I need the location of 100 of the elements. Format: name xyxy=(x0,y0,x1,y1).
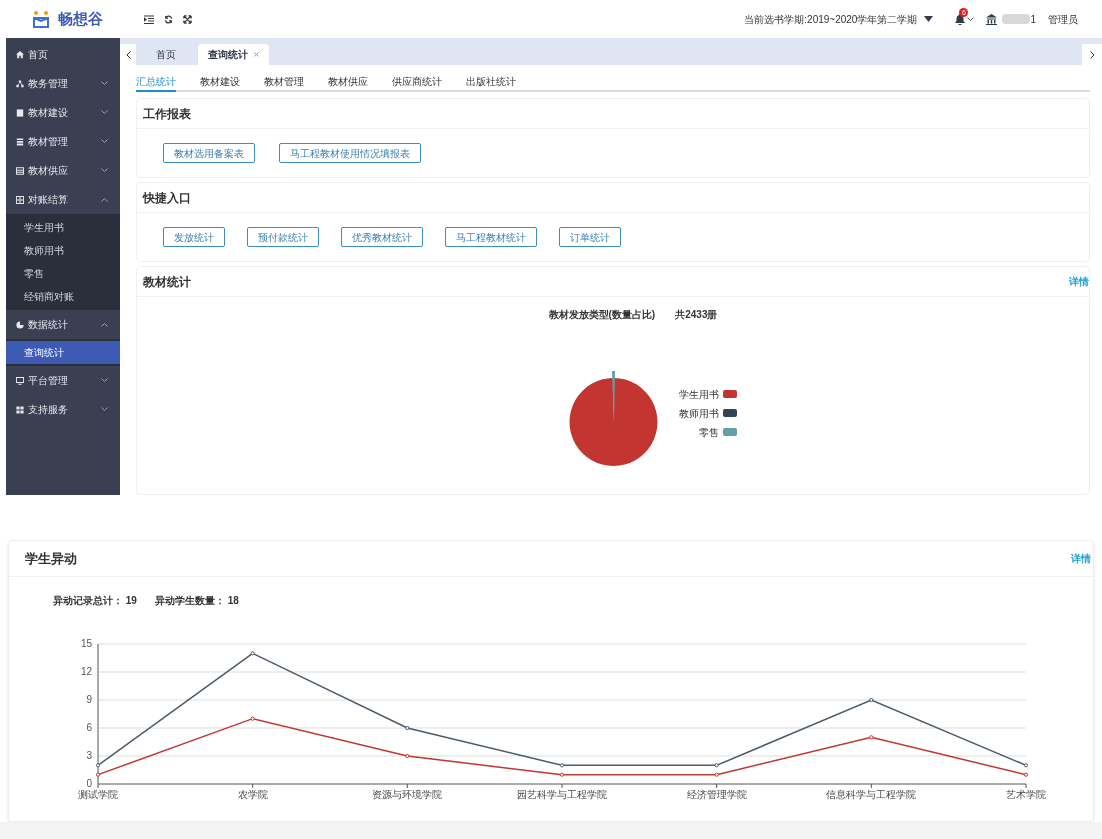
data-point xyxy=(559,772,565,777)
report-button[interactable]: 订单统计 xyxy=(559,227,621,247)
blurred-username xyxy=(1002,14,1031,24)
page-tab[interactable]: 查询统计 xyxy=(198,44,269,65)
data-point xyxy=(1023,772,1029,777)
semester-selector[interactable]: 当前选书学期:2019~2020学年第二学期 xyxy=(744,11,918,27)
section-title: 学生异动 xyxy=(25,549,78,568)
legend-swatch[interactable] xyxy=(723,390,737,398)
home-icon xyxy=(16,50,24,59)
sidebar-item[interactable]: 教材供应 xyxy=(6,156,120,185)
data-point xyxy=(714,763,719,768)
refresh-icon[interactable] xyxy=(164,14,173,24)
sidebar-subitem[interactable]: 经销商对账 xyxy=(6,285,120,308)
data-point xyxy=(95,763,101,768)
chevron-right-icon xyxy=(1089,50,1095,59)
chevron-down-icon xyxy=(101,139,108,144)
chevron-up-icon xyxy=(101,197,108,202)
category-label: 农学院 xyxy=(237,789,268,800)
sidebar-subitem[interactable]: 查询统计 xyxy=(6,341,120,364)
page-tab[interactable]: 首页 xyxy=(140,44,192,65)
chevron-up-icon xyxy=(101,322,108,327)
report-button[interactable]: 教材选用备案表 xyxy=(163,143,255,163)
chart-title: 教材发放类型(数量占比) xyxy=(548,308,656,322)
sidebar-item[interactable]: 教材建设 xyxy=(6,98,120,127)
legend-label: 零售 xyxy=(699,425,719,440)
sub-tab[interactable]: 出版社统计 xyxy=(466,74,516,90)
report-button[interactable]: 优秀教材统计 xyxy=(341,227,423,247)
sidebar-item[interactable]: 教材管理 xyxy=(6,127,120,156)
chevron-down-icon xyxy=(101,407,108,412)
monitor-icon xyxy=(16,376,24,385)
username-text: 1 xyxy=(1030,12,1036,27)
legend-label: 学生用书 xyxy=(679,387,719,402)
book-icon xyxy=(16,108,24,117)
sidebar-subitem[interactable]: 学生用书 xyxy=(6,216,120,239)
chevron-down-icon xyxy=(101,110,108,115)
bank-icon[interactable] xyxy=(986,13,998,25)
data-point xyxy=(250,651,255,656)
close-icon[interactable] xyxy=(254,52,259,57)
report-button[interactable]: 马工程教材统计 xyxy=(445,227,537,247)
axis-tick-label: 15 xyxy=(80,638,92,649)
apps-icon xyxy=(16,405,24,414)
data-point xyxy=(869,735,874,740)
data-point xyxy=(95,772,101,777)
axis-tick-label: 0 xyxy=(86,778,92,789)
legend-label: 教师用书 xyxy=(679,406,719,421)
legend-swatch[interactable] xyxy=(723,428,737,436)
category-label: 信息科学与工程学院 xyxy=(826,789,917,800)
data-point xyxy=(869,697,874,703)
chevron-down-icon xyxy=(101,168,108,173)
category-label: 测试学院 xyxy=(78,789,118,800)
axis-tick-label: 9 xyxy=(86,694,92,705)
sub-tab[interactable]: 教材供应 xyxy=(328,74,368,90)
data-point xyxy=(559,763,565,768)
sub-tab[interactable]: 供应商统计 xyxy=(392,74,442,90)
data-point xyxy=(1023,763,1029,768)
logo-icon xyxy=(32,10,50,28)
record-total: 异动记录总计： 19 xyxy=(53,594,137,608)
chevron-left-icon xyxy=(125,50,131,59)
report-button[interactable]: 马工程教材使用情况填报表 xyxy=(279,143,421,163)
sidebar-item[interactable]: 对账结算 xyxy=(6,185,120,214)
grid-icon xyxy=(16,195,24,204)
data-point xyxy=(714,772,719,777)
chart-total: 共2433册 xyxy=(675,308,718,322)
sub-tab[interactable]: 教材管理 xyxy=(264,74,304,90)
category-label: 资源与环境学院 xyxy=(372,789,443,800)
category-label: 经济管理学院 xyxy=(686,789,747,800)
scroll-left-button[interactable] xyxy=(120,44,136,65)
sidebar-item[interactable]: 教务管理 xyxy=(6,69,120,98)
table-icon xyxy=(16,166,24,175)
chevron-down-icon[interactable] xyxy=(967,16,975,22)
chevron-down-icon xyxy=(101,81,108,86)
chevron-down-icon xyxy=(101,378,108,383)
data-point xyxy=(405,753,410,759)
data-point xyxy=(405,725,410,731)
axis-tick-label: 12 xyxy=(80,666,92,677)
report-button[interactable]: 预付款统计 xyxy=(247,227,319,247)
sidebar-item[interactable]: 平台管理 xyxy=(6,366,120,395)
stack-icon xyxy=(16,137,24,146)
pie-icon xyxy=(16,320,24,329)
legend-swatch[interactable] xyxy=(723,409,737,417)
sidebar-item[interactable]: 首页 xyxy=(6,40,120,69)
sidebar-item[interactable]: 数据统计 xyxy=(6,310,120,339)
student-count: 异动学生数量： 18 xyxy=(154,594,239,608)
report-button[interactable]: 发放统计 xyxy=(163,227,225,247)
fullscreen-icon[interactable] xyxy=(183,14,192,24)
logo-text: 畅想谷 xyxy=(58,8,103,29)
role-menu[interactable]: 管理员 xyxy=(1048,11,1078,27)
axis-tick-label: 3 xyxy=(86,750,92,761)
sub-tab[interactable]: 汇总统计 xyxy=(136,74,176,92)
sidebar-subitem[interactable]: 教师用书 xyxy=(6,239,120,262)
indent-icon[interactable] xyxy=(144,14,154,24)
section-title: 教材统计 xyxy=(143,273,192,291)
data-point xyxy=(250,716,255,721)
section-title: 快捷入口 xyxy=(137,183,1089,213)
sidebar-subitem[interactable]: 零售 xyxy=(6,262,120,285)
caret-icon[interactable] xyxy=(924,16,934,22)
sub-tab[interactable]: 教材建设 xyxy=(200,74,240,90)
axis-tick-label: 6 xyxy=(86,722,92,733)
sidebar-item[interactable]: 支持服务 xyxy=(6,395,120,424)
people-icon xyxy=(16,79,24,88)
